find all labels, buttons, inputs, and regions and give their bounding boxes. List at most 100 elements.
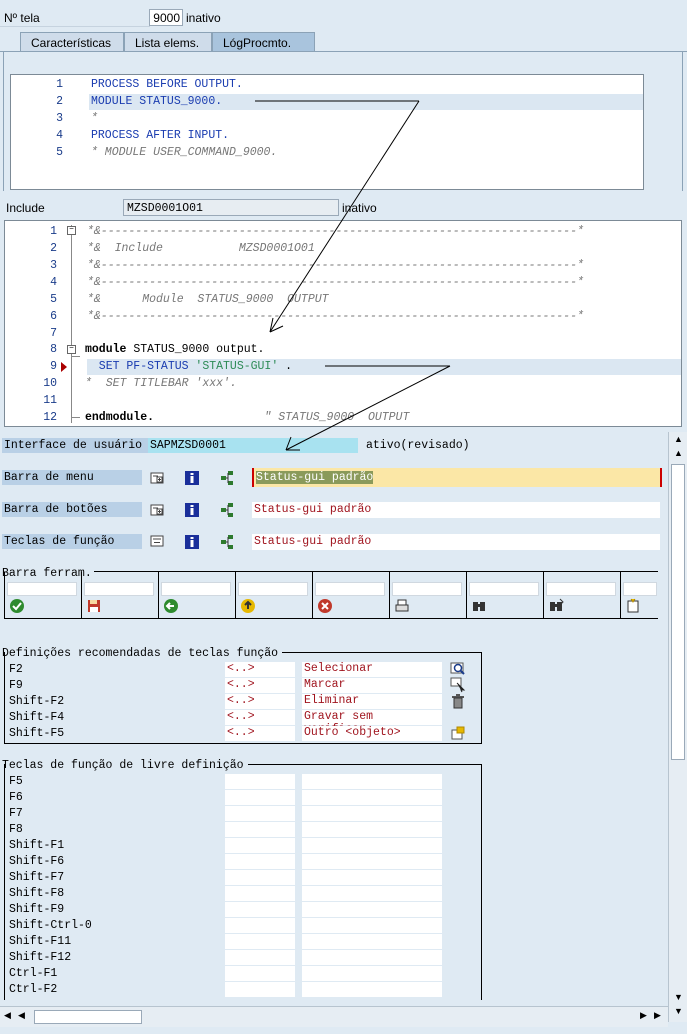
- key-text-field[interactable]: Marcar: [302, 678, 442, 693]
- back-icon[interactable]: [163, 598, 179, 614]
- function-keys-field[interactable]: Status-gui padrão: [252, 534, 660, 550]
- free-key-code-field[interactable]: [225, 982, 295, 997]
- print-icon[interactable]: [394, 598, 410, 614]
- save-icon[interactable]: [86, 598, 102, 614]
- button-bar-field[interactable]: Status-gui padrão: [252, 502, 660, 518]
- tab-flow-logic[interactable]: LógProcmto.: [212, 32, 315, 52]
- free-key-text-field[interactable]: [302, 806, 442, 821]
- breakpoint-marker-icon: [61, 362, 67, 372]
- collapse-icon[interactable]: [149, 533, 165, 549]
- hierarchy-icon[interactable]: [219, 502, 235, 518]
- frame-top: [248, 764, 482, 765]
- key-code-field[interactable]: <..>: [225, 678, 295, 693]
- toolbar-slot[interactable]: [543, 572, 621, 618]
- free-key-text-field[interactable]: [302, 902, 442, 917]
- include-field[interactable]: MZSD0001O01: [123, 199, 339, 216]
- key-code-field[interactable]: <..>: [225, 662, 295, 677]
- find-icon[interactable]: [471, 598, 487, 614]
- free-key-text-field[interactable]: [302, 886, 442, 901]
- key-code-field[interactable]: <..>: [225, 694, 295, 709]
- toolbar-slot[interactable]: [4, 572, 82, 618]
- tab-characteristics[interactable]: Características: [20, 32, 124, 52]
- interface-field[interactable]: SAPMZSD0001: [148, 438, 358, 453]
- free-key-code-field[interactable]: [225, 918, 295, 933]
- free-key-code-field[interactable]: [225, 822, 295, 837]
- collapse-icon[interactable]: −: [67, 345, 76, 354]
- key-text-field[interactable]: Selecionar: [302, 662, 442, 677]
- toolbar-slot[interactable]: [158, 572, 236, 618]
- scroll-up-icon[interactable]: ▲: [674, 434, 683, 444]
- scroll-left-icon[interactable]: ◀: [4, 1010, 11, 1021]
- free-key-code-field[interactable]: [225, 790, 295, 805]
- free-key-text-field[interactable]: [302, 966, 442, 981]
- select-icon: [450, 662, 465, 675]
- key-text-field[interactable]: Eliminar: [302, 694, 442, 709]
- expand-icon[interactable]: [149, 470, 165, 486]
- free-key-code-field[interactable]: [225, 854, 295, 869]
- free-key-name: Shift-F9: [9, 903, 65, 916]
- free-key-name: Shift-F7: [9, 871, 65, 884]
- horizontal-scrollbar[interactable]: ◀ ◀ ▶ ▶: [0, 1006, 668, 1027]
- key-text-field[interactable]: Outro <objeto>: [302, 726, 442, 741]
- find-next-icon[interactable]: [548, 598, 564, 614]
- hierarchy-icon[interactable]: [219, 470, 235, 486]
- free-key-code-field[interactable]: [225, 886, 295, 901]
- toolbar-slot[interactable]: [389, 572, 467, 618]
- free-key-text-field[interactable]: [302, 774, 442, 789]
- free-key-code-field[interactable]: [225, 870, 295, 885]
- free-key-code-field[interactable]: [225, 902, 295, 917]
- free-key-text-field[interactable]: [302, 918, 442, 933]
- free-key-name: Ctrl-F2: [9, 983, 58, 996]
- free-key-text-field[interactable]: [302, 934, 442, 949]
- free-key-code-field[interactable]: [225, 806, 295, 821]
- line-number: 3: [50, 259, 57, 272]
- exit-icon[interactable]: [240, 598, 256, 614]
- collapse-icon[interactable]: −: [67, 226, 76, 235]
- check-icon[interactable]: [9, 598, 25, 614]
- free-key-code-field[interactable]: [225, 966, 295, 981]
- scroll-right-icon[interactable]: ▶: [654, 1010, 661, 1021]
- free-key-code-field[interactable]: [225, 934, 295, 949]
- horizontal-scroll-thumb[interactable]: [34, 1010, 142, 1024]
- info-icon[interactable]: [184, 502, 200, 518]
- free-key-code-field[interactable]: [225, 774, 295, 789]
- free-key-code-field[interactable]: [225, 838, 295, 853]
- menu-bar-field[interactable]: Status-gui padrão: [252, 468, 662, 487]
- screen-number-field[interactable]: 9000: [149, 9, 183, 26]
- key-text-field[interactable]: Gravar sem verificar: [302, 710, 442, 736]
- key-code-field[interactable]: <..>: [225, 710, 295, 725]
- key-code-field[interactable]: <..>: [225, 726, 295, 741]
- scroll-down-icon[interactable]: ▼: [674, 992, 683, 1002]
- tab-element-list[interactable]: Lista elems.: [124, 32, 212, 52]
- code-line: PROCESS AFTER INPUT.: [91, 129, 230, 142]
- include-code-editor[interactable]: − − 1 *&--------------------------------…: [4, 220, 682, 427]
- expand-icon[interactable]: [149, 502, 165, 518]
- toolbar-slot[interactable]: [235, 572, 313, 618]
- scroll-right-icon[interactable]: ▶: [640, 1010, 647, 1021]
- scroll-down-icon[interactable]: ▼: [674, 1006, 683, 1016]
- free-key-text-field[interactable]: [302, 854, 442, 869]
- scroll-up-icon[interactable]: ▲: [674, 448, 683, 458]
- free-key-text-field[interactable]: [302, 982, 442, 997]
- free-key-text-field[interactable]: [302, 838, 442, 853]
- free-key-text-field[interactable]: [302, 790, 442, 805]
- function-keys-label: Teclas de função: [2, 534, 142, 549]
- scroll-left-icon[interactable]: ◀: [18, 1010, 25, 1021]
- free-key-text-field[interactable]: [302, 822, 442, 837]
- vertical-scrollbar[interactable]: ▲ ▲ ▼ ▼: [668, 432, 687, 1022]
- info-icon[interactable]: [184, 534, 200, 550]
- toolbar-slot[interactable]: [81, 572, 159, 618]
- free-key-text-field[interactable]: [302, 950, 442, 965]
- vertical-scroll-thumb[interactable]: [671, 464, 685, 760]
- cancel-icon[interactable]: [317, 598, 333, 614]
- free-key-text-field[interactable]: [302, 870, 442, 885]
- toolbar-slot[interactable]: [466, 572, 544, 618]
- hierarchy-icon[interactable]: [219, 534, 235, 550]
- toolbar-slot[interactable]: [312, 572, 390, 618]
- code-line: *&--------------------------------------…: [87, 276, 584, 289]
- toolbar-slot[interactable]: [620, 572, 660, 618]
- free-key-code-field[interactable]: [225, 950, 295, 965]
- first-page-icon[interactable]: [625, 598, 641, 614]
- info-icon[interactable]: [184, 470, 200, 486]
- flow-logic-editor[interactable]: 1 PROCESS BEFORE OUTPUT. 2 MODULE STATUS…: [10, 74, 644, 190]
